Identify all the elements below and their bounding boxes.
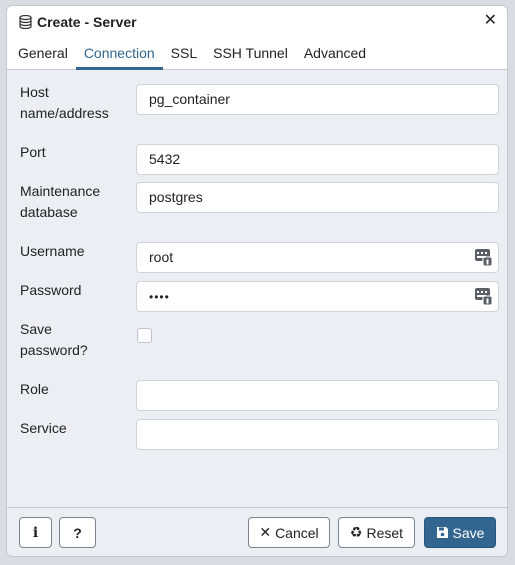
maintenance-db-label-line1: Maintenance xyxy=(20,183,101,199)
info-icon: i xyxy=(32,524,39,541)
password-label: Password xyxy=(20,282,82,298)
cancel-label: Cancel xyxy=(275,524,319,541)
save-password-checkbox[interactable] xyxy=(137,328,152,343)
port-label: Port xyxy=(20,144,46,160)
close-icon: ✕ xyxy=(259,524,272,540)
tab-ssl[interactable]: SSL xyxy=(163,37,205,69)
help-icon: ? xyxy=(73,524,82,541)
role-label: Role xyxy=(20,381,49,397)
database-server-icon xyxy=(19,14,32,29)
dialog-title: Create - Server xyxy=(37,13,137,30)
password-input[interactable]: •••• xyxy=(136,281,499,312)
port-input[interactable]: 5432 xyxy=(136,144,499,175)
host-input[interactable]: pg_container xyxy=(136,84,499,115)
help-button[interactable]: ? xyxy=(59,517,96,548)
info-button[interactable]: i xyxy=(19,517,52,548)
cancel-button[interactable]: ✕ Cancel xyxy=(248,517,330,548)
tab-advanced[interactable]: Advanced xyxy=(296,37,374,69)
floppy-disk-icon xyxy=(436,527,448,538)
tab-connection[interactable]: Connection xyxy=(75,37,163,70)
reset-button[interactable]: ♻ Reset xyxy=(338,517,415,548)
host-label-line2: name/address xyxy=(20,105,109,121)
username-value: root xyxy=(149,249,174,265)
close-icon[interactable]: ✕ xyxy=(484,12,497,30)
maintenance-db-input[interactable]: postgres xyxy=(136,182,499,213)
tab-ssh-tunnel[interactable]: SSH Tunnel xyxy=(205,37,296,69)
dialog-footer: i ? ✕ Cancel ♻ Reset Save xyxy=(7,507,507,556)
save-label: Save xyxy=(452,524,485,541)
service-label: Service xyxy=(20,420,67,436)
password-manager-icon[interactable] xyxy=(475,288,492,305)
host-label-line1: Host xyxy=(20,84,49,100)
username-label: Username xyxy=(20,243,85,259)
save-password-label-line1: Save xyxy=(20,321,52,337)
recycle-icon: ♻ xyxy=(349,524,363,540)
username-input[interactable]: root xyxy=(136,242,499,273)
password-value: •••• xyxy=(149,290,170,304)
tab-general[interactable]: General xyxy=(10,37,76,69)
save-button[interactable]: Save xyxy=(424,517,496,548)
host-label: Host name/address xyxy=(20,82,130,124)
reset-label: Reset xyxy=(366,524,404,541)
create-server-dialog: Create - Server ✕ General Connection SSL… xyxy=(6,5,508,557)
maintenance-db-label: Maintenance database xyxy=(20,181,130,223)
save-password-label: Save password? xyxy=(20,319,130,361)
tab-bar: General Connection SSL SSH Tunnel Advanc… xyxy=(7,37,507,70)
save-password-label-line2: password? xyxy=(20,342,88,358)
dialog-titlebar: Create - Server ✕ xyxy=(7,6,507,37)
maintenance-db-label-line2: database xyxy=(20,204,78,220)
role-input[interactable] xyxy=(136,380,499,411)
password-manager-icon[interactable] xyxy=(475,249,492,266)
service-input[interactable] xyxy=(136,419,499,450)
